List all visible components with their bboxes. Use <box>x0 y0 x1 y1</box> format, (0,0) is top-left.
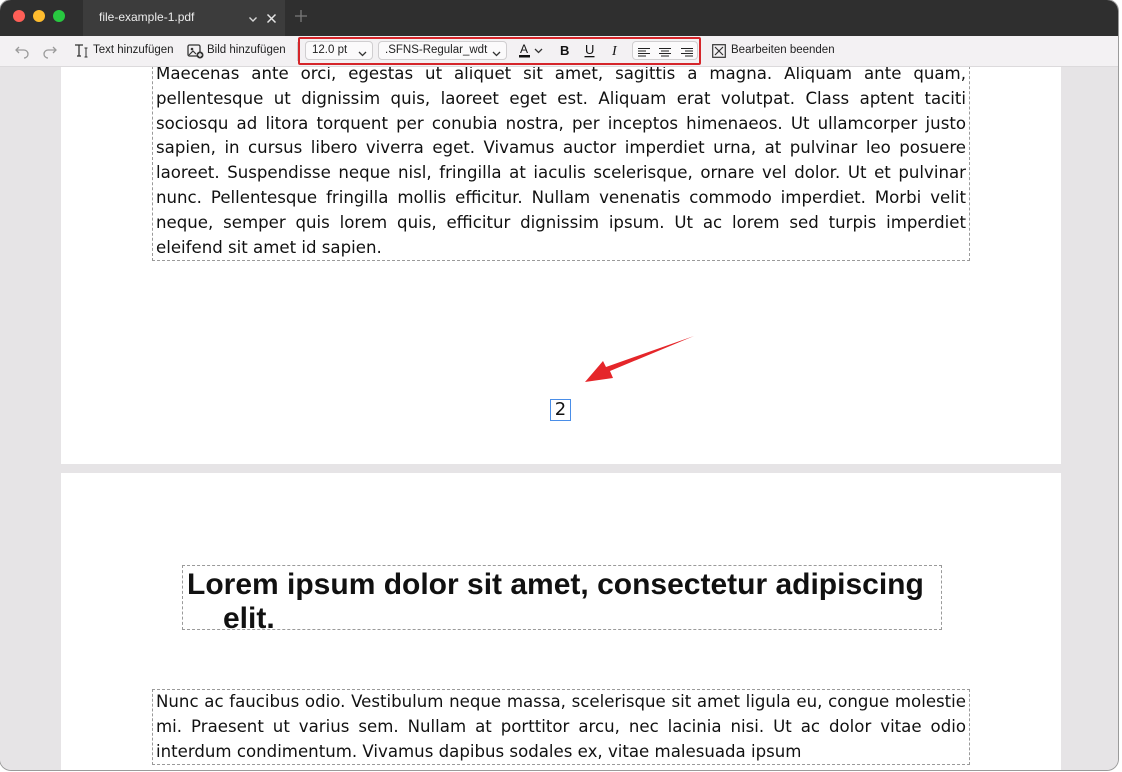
add-text-icon[interactable] <box>74 43 90 64</box>
add-image-icon[interactable] <box>187 43 204 64</box>
new-tab-icon[interactable] <box>294 9 308 28</box>
add-image-button[interactable]: Bild hinzufügen <box>207 44 286 56</box>
end-editing-button[interactable]: Bearbeiten beenden <box>731 44 835 56</box>
editable-heading[interactable]: Lorem ipsum dolor sit amet, consectetur … <box>182 565 942 635</box>
heading-line: elit. <box>223 602 275 635</box>
page-number[interactable]: 2 <box>550 399 571 421</box>
title-bar: file-example-1.pdf <box>0 0 1118 36</box>
zoom-window-button[interactable] <box>53 10 65 22</box>
end-editing-icon[interactable] <box>712 44 726 63</box>
add-text-button[interactable]: Text hinzufügen <box>93 44 174 56</box>
chevron-down-icon[interactable] <box>248 11 258 29</box>
undo-icon[interactable] <box>14 43 30 64</box>
close-window-button[interactable] <box>13 10 25 22</box>
app-window: file-example-1.pdf Text hinzufügen Bild … <box>0 0 1118 770</box>
editable-text-block[interactable]: Nunc ac faucibus odio. Vestibulum neque … <box>152 689 970 766</box>
redo-icon[interactable] <box>42 43 58 64</box>
editable-text-block[interactable]: Maecenas ante orci, egestas ut aliquet s… <box>152 67 970 262</box>
annotation-arrow-icon <box>585 336 694 382</box>
pdf-page: Maecenas ante orci, egestas ut aliquet s… <box>61 67 1061 464</box>
pdf-page: Lorem ipsum dolor sit amet, consectetur … <box>61 473 1061 770</box>
tab-title: file-example-1.pdf <box>99 10 195 24</box>
document-view[interactable]: Maecenas ante orci, egestas ut aliquet s… <box>0 67 1118 770</box>
heading-line: Lorem ipsum dolor sit amet, consectetur … <box>187 568 924 601</box>
annotation-highlight-box <box>298 37 701 65</box>
minimize-window-button[interactable] <box>33 10 45 22</box>
document-tab[interactable]: file-example-1.pdf <box>83 0 285 36</box>
close-tab-icon[interactable] <box>266 11 277 29</box>
